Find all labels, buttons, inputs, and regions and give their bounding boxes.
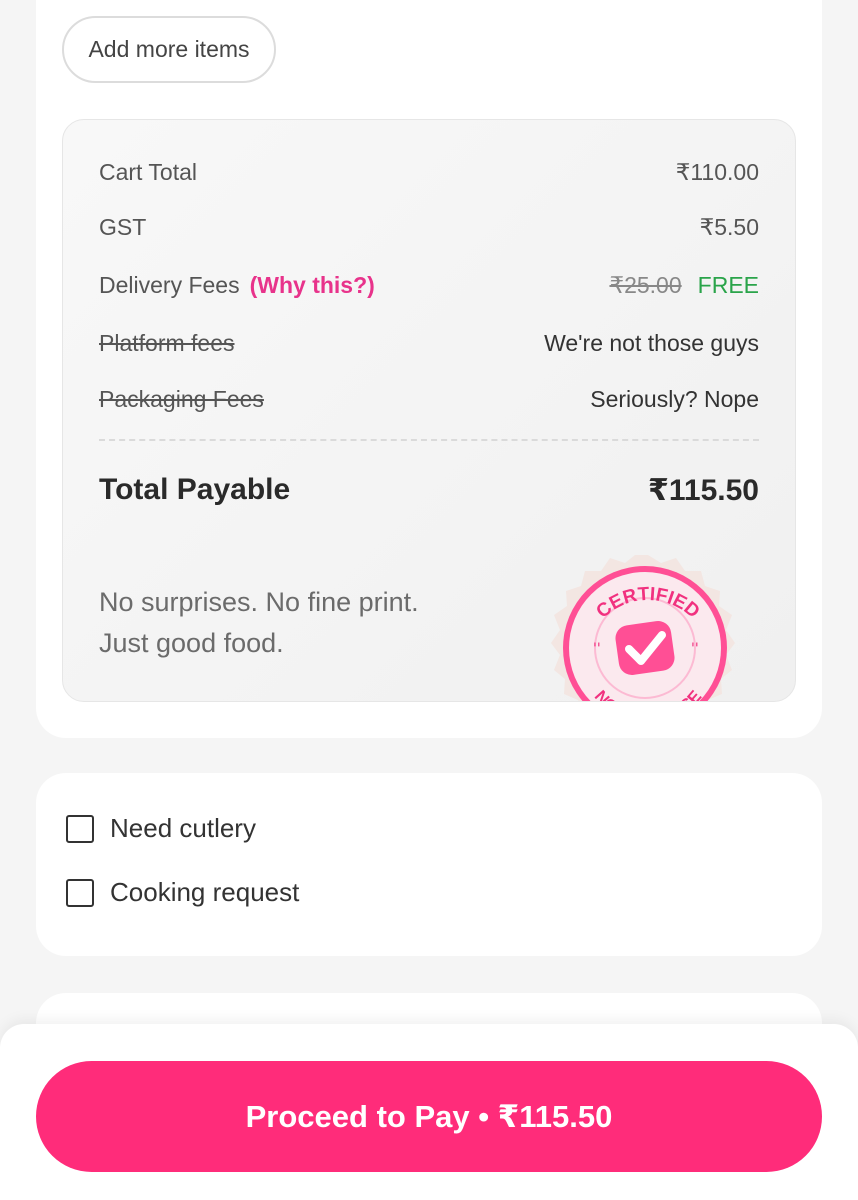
total-value: ₹115.50 — [648, 473, 759, 507]
packaging-row: Packaging Fees Seriously? Nope — [99, 382, 759, 416]
bottom-bar: Proceed to Pay • ₹115.50 — [0, 1024, 858, 1200]
cart-total-label: Cart Total — [99, 158, 198, 185]
packaging-label: Packaging Fees — [99, 385, 264, 412]
total-row: Total Payable ₹115.50 — [99, 468, 759, 512]
tagline-line-2: Just good food. — [99, 628, 284, 658]
gst-value: ₹5.50 — [699, 213, 759, 240]
why-this-link[interactable]: (Why this?) — [250, 272, 375, 298]
platform-label: Platform fees — [99, 329, 235, 356]
cutlery-checkbox[interactable] — [66, 814, 94, 843]
gst-label: GST — [99, 213, 147, 240]
svg-text:'': '' — [691, 641, 699, 657]
cart-total-row: Cart Total ₹110.00 — [99, 155, 759, 189]
cart-card: Add more items Cart Total ₹110.00 GST ₹5… — [36, 0, 822, 738]
cutlery-option[interactable]: Need cutlery — [66, 813, 256, 844]
packaging-value: Seriously? Nope — [590, 385, 759, 412]
dashed-divider — [99, 439, 759, 441]
svg-text:'': '' — [593, 641, 601, 657]
cooking-request-checkbox[interactable] — [66, 878, 94, 907]
delivery-label: Delivery Fees — [99, 271, 240, 298]
total-label: Total Payable — [99, 473, 291, 506]
cooking-request-option[interactable]: Cooking request — [66, 877, 299, 908]
add-more-items-button[interactable]: Add more items — [62, 16, 276, 83]
cart-total-value: ₹110.00 — [675, 158, 759, 185]
bill-summary: Cart Total ₹110.00 GST ₹5.50 Delivery Fe… — [62, 119, 796, 702]
delivery-row: Delivery Fees (Why this?) ₹25.00 FREE — [99, 268, 759, 302]
gst-row: GST ₹5.50 — [99, 210, 759, 244]
proceed-to-pay-button[interactable]: Proceed to Pay • ₹115.50 — [36, 1061, 822, 1172]
tagline: No surprises. No fine print. Just good f… — [99, 582, 419, 664]
certified-badge-icon: CERTIFIED NO NONSENSE '' '' — [551, 555, 735, 701]
platform-value: We're not those guys — [544, 329, 759, 356]
delivery-old-price: ₹25.00 — [609, 271, 682, 298]
cooking-request-label: Cooking request — [110, 877, 300, 907]
platform-row: Platform fees We're not those guys — [99, 326, 759, 360]
tagline-line-1: No surprises. No fine print. — [99, 587, 419, 617]
cutlery-label: Need cutlery — [110, 813, 256, 843]
delivery-free-label: FREE — [697, 271, 759, 298]
options-card: Need cutlery Cooking request — [36, 773, 822, 956]
